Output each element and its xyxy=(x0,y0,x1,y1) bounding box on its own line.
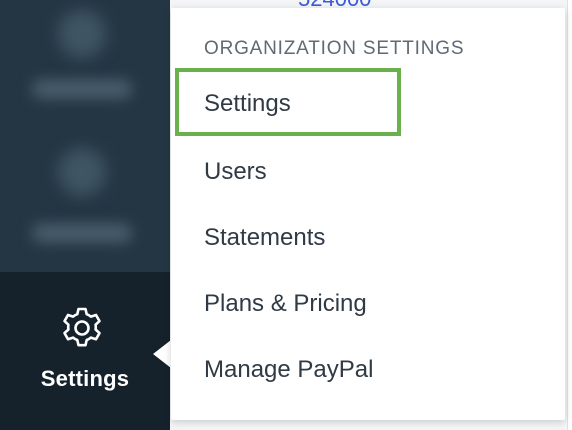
sidebar-item-blurred-2[interactable] xyxy=(0,130,170,242)
menu-item-manage-paypal[interactable]: Manage PayPal xyxy=(204,356,373,384)
menu-item-statements[interactable]: Statements xyxy=(204,224,325,252)
blurred-label xyxy=(32,224,132,242)
sidebar-item-blurred-1[interactable] xyxy=(0,0,170,110)
menu-item-settings[interactable]: Settings xyxy=(204,90,291,118)
blurred-icon xyxy=(58,10,106,58)
app-root: 524000 Settings ORGANIZATION SETTINGS Se… xyxy=(0,0,572,430)
sidebar-settings-label: Settings xyxy=(40,366,130,391)
menu-item-plans-pricing[interactable]: Plans & Pricing xyxy=(204,290,367,318)
dropdown-caret xyxy=(153,340,171,368)
organization-settings-menu: ORGANIZATION SETTINGS Settings Users Sta… xyxy=(171,8,565,420)
menu-item-users[interactable]: Users xyxy=(204,158,267,186)
gear-icon xyxy=(63,307,101,347)
blurred-label xyxy=(32,80,132,98)
background-card-edge xyxy=(567,0,572,430)
menu-heading: ORGANIZATION SETTINGS xyxy=(204,38,465,59)
blurred-icon xyxy=(58,148,106,196)
